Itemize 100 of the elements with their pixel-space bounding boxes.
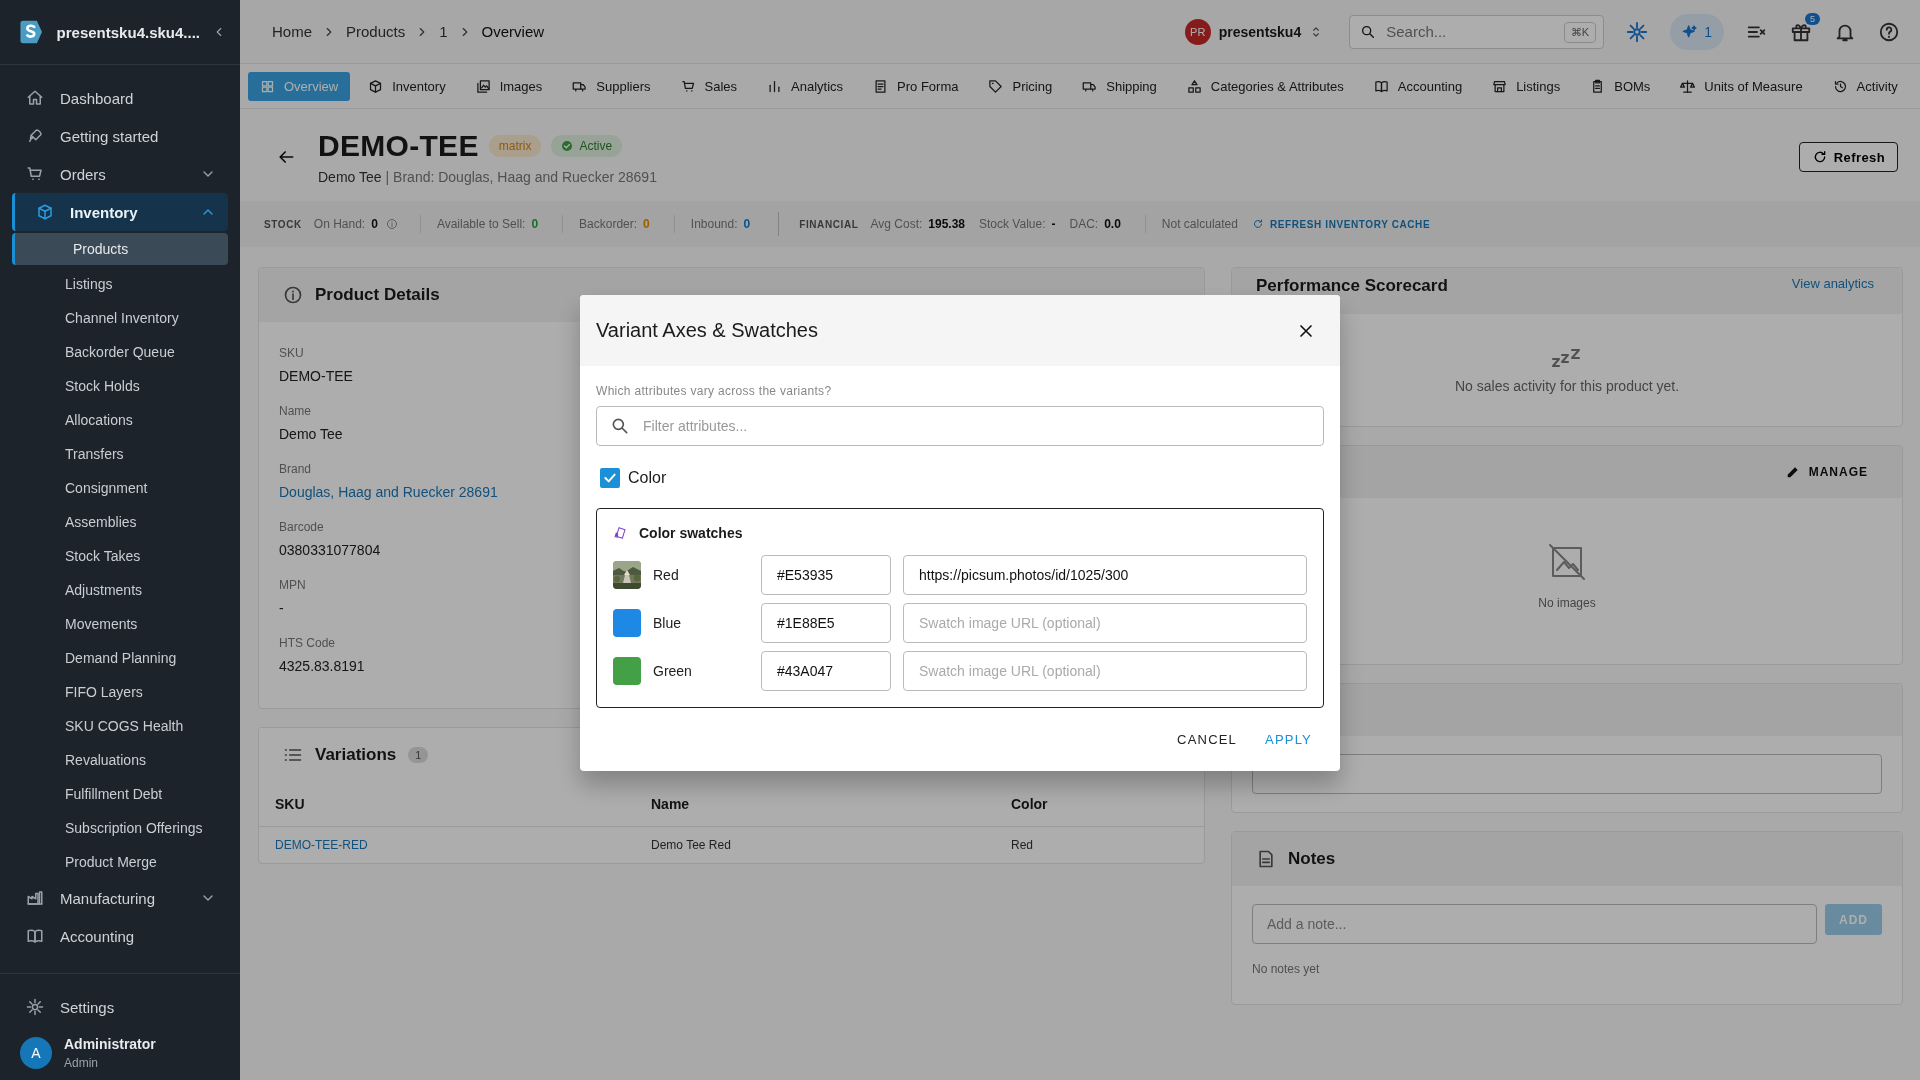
tab[interactable]: Categories & Attributes [1174,71,1356,101]
filter-field[interactable]: Filter attributes... [596,406,1324,446]
nav-subitem[interactable]: Assemblies [12,505,228,539]
breadcrumb-link[interactable]: Products [346,23,406,40]
cancel-button[interactable]: CANCEL [1171,724,1244,755]
tab[interactable]: Pricing [976,71,1065,101]
nav-subitem[interactable]: Movements [12,607,228,641]
swatch-icon [613,525,629,541]
column-header: Color [1011,796,1049,812]
scale-icon [1680,78,1696,94]
info-icon[interactable] [385,218,398,230]
manage-button[interactable]: MANAGE [1778,460,1874,484]
tab[interactable]: BOMs [1578,71,1663,101]
color-swatch[interactable] [613,609,641,637]
color-swatch[interactable] [613,657,641,685]
nav-item[interactable]: Settings [12,988,228,1026]
input-field[interactable] [1252,754,1882,794]
nav-subitem[interactable]: Allocations [12,403,228,437]
nav-subitem[interactable]: Backorder Queue [12,335,228,369]
stat-value: 0.0 [1104,217,1121,231]
nav-subitem[interactable]: Demand Planning [12,641,228,675]
nav-item[interactable]: Orders [12,155,228,193]
swatch-name: Red [653,567,680,583]
field-label: MPN [279,578,306,592]
stat-label: Stock Value: [979,217,1046,231]
nav-subitem[interactable]: Fulfillment Debt [12,777,228,811]
nav-subitem[interactable]: Transfers [12,437,228,471]
tab[interactable]: Suppliers [560,71,663,101]
checkbox[interactable] [600,468,620,488]
product-title: DEMO-TEE [318,129,479,163]
hex-field[interactable]: #E53935 [761,555,891,595]
nav-subitem[interactable]: FIFO Layers [12,675,228,709]
tab[interactable]: Inventory [356,71,458,101]
tab[interactable]: Analytics [755,71,856,101]
tab[interactable]: Units of Measure [1668,71,1815,101]
table-cell-text: Demo Tee Red [651,838,732,852]
card-title: Performance Scorecard [1256,276,1448,296]
card-title: Notes [1288,849,1336,869]
card-title: Variations [315,745,397,765]
breadcrumb-link[interactable]: 1 [439,23,448,40]
nav-item[interactable]: Dashboard [12,79,228,117]
nav-subitem[interactable]: SKU COGS Health [12,709,228,743]
empty-message: No images [1538,596,1596,610]
tab[interactable]: Images [463,71,555,101]
account-switcher[interactable]: PR presentsku4 [1184,18,1324,45]
logo-icon [17,18,45,46]
book-icon [1373,78,1389,94]
hex-field[interactable]: #43A047 [761,651,891,691]
breadcrumb-link[interactable]: Home [272,23,312,40]
url-field[interactable]: Swatch image URL (optional) [903,603,1307,643]
cart-icon [26,165,44,183]
note-field[interactable]: Add a note... [1252,904,1817,944]
tab[interactable]: Activity [1820,71,1910,101]
nav-subitem[interactable]: Product Merge [12,845,228,879]
stat-label: Backorder: [579,217,638,231]
breadcrumb-link[interactable]: Overview [481,23,545,40]
nav-subitem[interactable]: Subscription Offerings [12,811,228,845]
apply-button[interactable]: APPLY [1259,724,1318,755]
sku-link[interactable]: DEMO-TEE-RED [275,838,651,852]
product-name: Demo Tee [318,169,382,185]
nav-subitem[interactable]: Channel Inventory [12,301,228,335]
checkbox-label[interactable]: Color [628,469,667,487]
store-icon [1492,78,1508,94]
hex-field[interactable]: #1E88E5 [761,603,891,643]
tab[interactable]: Pro Forma [861,71,971,101]
nav-item[interactable]: Manufacturing [12,879,228,917]
nav-subitem[interactable]: Products [12,233,228,265]
stat-label: Available to Sell: [436,217,526,231]
tab[interactable]: Shipping [1070,71,1169,101]
nav-subitem[interactable]: Listings [12,267,228,301]
tab[interactable]: Accounting [1361,71,1475,101]
tab[interactable]: Sales [668,71,750,101]
user-name: Administrator [64,1036,156,1052]
nav-item[interactable]: Getting started [12,117,228,155]
column-header: SKU [275,796,306,812]
cube-icon [368,78,384,94]
table-cell-text: Red [1011,838,1034,852]
help-icon[interactable] [1878,20,1900,43]
nav-subitem[interactable]: Adjustments [12,573,228,607]
nav-subitem[interactable]: Stock Holds [12,369,228,403]
field-label: SKU [279,346,304,360]
nav-item[interactable]: Accounting [12,917,228,955]
url-field[interactable]: https://picsum.photos/id/1025/300 [903,555,1307,595]
home-icon [26,89,44,107]
empty-message: No notes yet [1252,962,1321,976]
network-icon[interactable] [1626,20,1649,43]
url-field[interactable]: Swatch image URL (optional) [903,651,1307,691]
tab[interactable]: Listings [1480,71,1573,101]
nav-item[interactable]: Inventory [12,193,228,231]
user-avatar[interactable]: A [20,1037,52,1069]
stat-value: 0 [643,217,650,231]
gear-icon [26,998,44,1016]
nav-subitem[interactable]: Stock Takes [12,539,228,573]
workspace-name[interactable]: presentsku4.sku4.... [56,23,200,41]
shapes-icon [1186,78,1202,94]
brand-link[interactable]: Douglas, Haag and Ruecker 28691 [279,484,498,500]
nav-subitem[interactable]: Consignment [12,471,228,505]
nav-subitem[interactable]: Revaluations [12,743,228,777]
stat-value: 0 [371,217,378,231]
refresh-button[interactable]: Refresh [1798,142,1898,172]
